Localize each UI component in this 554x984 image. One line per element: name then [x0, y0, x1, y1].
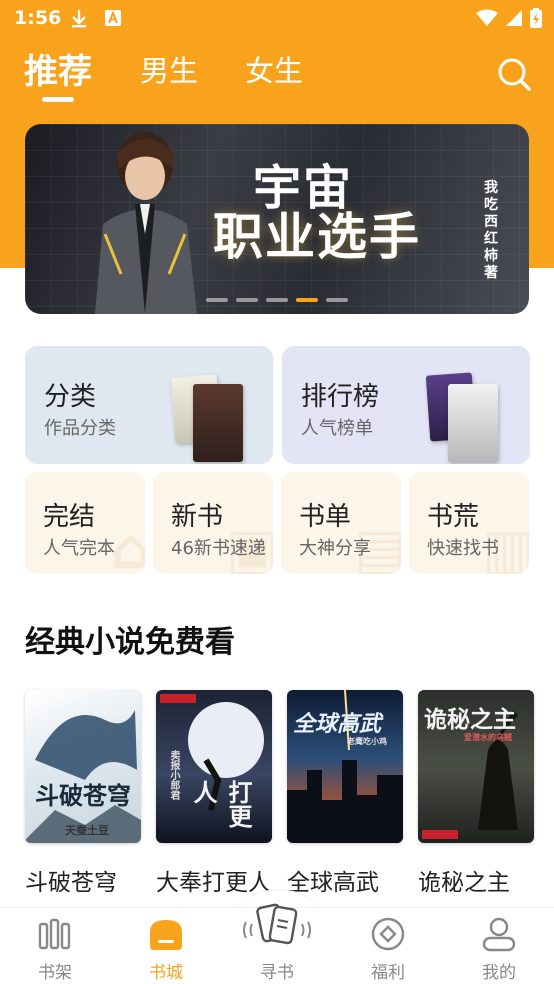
bookstore-icon — [150, 920, 182, 950]
category-card[interactable]: 分类 作品分类 — [25, 346, 273, 464]
banner-character-illustration — [95, 132, 197, 314]
tab-male[interactable]: 男生 — [140, 48, 198, 90]
book-title: 诡秘之主 — [418, 870, 510, 896]
booklist-card-title: 书单 — [299, 502, 352, 532]
booklist-card[interactable]: ▤ 书单 大神分享 — [281, 472, 401, 574]
book-item[interactable]: 全球高武 老鹰吃小鸡 全球高武 — [287, 690, 403, 897]
completed-card-title: 完结 — [43, 502, 96, 532]
app-notification-icon — [105, 10, 121, 26]
status-indicators — [476, 8, 542, 28]
banner-dot[interactable] — [326, 298, 348, 302]
category-card-title: 分类 — [44, 382, 97, 412]
banner-title-line2: 职业选手 — [213, 207, 421, 266]
new-books-card[interactable]: ▣ 新书 46新书速递 — [153, 472, 273, 574]
ranking-card-subtitle: 人气榜单 — [301, 418, 373, 439]
book-title: 大奉打更人 — [156, 870, 271, 896]
welfare-icon — [371, 917, 405, 951]
banner-pagination — [25, 298, 529, 302]
booklist-card-subtitle: 大神分享 — [299, 538, 371, 559]
category-book-cover — [193, 384, 243, 462]
bottom-navigation: 书架 书城 寻书 福利 我的 — [0, 903, 554, 984]
signal-icon — [506, 10, 522, 26]
book-cover-author: 卖报小郎君 — [168, 750, 179, 800]
category-card-subtitle: 作品分类 — [44, 418, 116, 439]
new-books-card-title: 新书 — [171, 502, 224, 532]
book-item[interactable]: 打更人 卖报小郎君 大奉打更人 — [156, 690, 272, 897]
profile-icon — [482, 917, 516, 952]
card-watermark: ⌂ — [110, 517, 145, 574]
new-books-card-subtitle: 46新书速递 — [171, 538, 266, 559]
book-cover: 诡秘之主 爱潜水的乌贼 — [418, 690, 534, 843]
book-finder-card[interactable]: ▥ 书荒 快速找书 — [409, 472, 529, 574]
nav-bookstore[interactable]: 书城 — [111, 908, 221, 984]
book-cover-author: 老鹰吃小鸡 — [347, 736, 387, 746]
tab-recommend[interactable]: 推荐 — [24, 44, 92, 93]
book-cover-art — [25, 710, 141, 843]
promo-banner[interactable]: 宇宙 职业选手 我吃西红柿著 — [25, 124, 529, 314]
ranking-card[interactable]: 排行榜 人气榜单 — [282, 346, 530, 464]
wifi-icon — [476, 9, 498, 26]
book-title: 斗破苍穹 — [25, 870, 117, 896]
section-title: 经典小说免费看 — [25, 625, 235, 660]
nav-label: 书城 — [149, 963, 183, 983]
book-cover-author: 爱潜水的乌贼 — [464, 732, 512, 742]
nav-label: 寻书 — [260, 963, 294, 983]
nav-label: 我的 — [482, 963, 516, 983]
book-cover: 打更人 卖报小郎君 — [156, 690, 272, 843]
status-time: 1:56 — [14, 7, 62, 29]
top-tabs: 推荐 男生 女生 — [0, 48, 554, 104]
battery-icon — [530, 8, 542, 28]
nav-label: 福利 — [371, 963, 405, 983]
banner-dot[interactable] — [206, 298, 228, 302]
completed-card[interactable]: ⌂ 完结 人气完本 — [25, 472, 145, 574]
find-book-icon — [243, 903, 311, 945]
banner-dot[interactable] — [236, 298, 258, 302]
banner-dot-active[interactable] — [296, 298, 318, 302]
ranking-card-title: 排行榜 — [301, 382, 380, 412]
book-title: 全球高武 — [287, 870, 379, 896]
search-icon[interactable] — [496, 56, 532, 92]
book-finder-card-title: 书荒 — [427, 502, 480, 532]
tab-active-indicator — [42, 97, 74, 102]
banner-author: 我吃西红柿著 — [484, 180, 498, 281]
nav-welfare[interactable]: 福利 — [333, 908, 443, 984]
download-icon — [72, 10, 86, 28]
banner-title-line1: 宇宙 — [253, 160, 354, 216]
banner-dot[interactable] — [266, 298, 288, 302]
status-bar: 1:56 — [0, 0, 554, 38]
book-item[interactable]: 诡秘之主 爱潜水的乌贼 诡秘之主 — [418, 690, 534, 897]
book-cover-title: 斗破苍穹 — [35, 781, 131, 810]
tab-female[interactable]: 女生 — [245, 48, 303, 90]
nav-label: 书架 — [38, 963, 72, 983]
nav-bookshelf[interactable]: 书架 — [0, 908, 110, 984]
nav-profile[interactable]: 我的 — [444, 908, 554, 984]
book-cover-title: 全球高武 — [293, 711, 382, 737]
bookshelf-icon — [38, 918, 71, 950]
book-cover-title: 打更人 — [189, 780, 253, 828]
book-finder-card-subtitle: 快速找书 — [427, 538, 499, 559]
ranking-book-cover — [448, 384, 498, 462]
completed-card-subtitle: 人气完本 — [43, 538, 115, 559]
book-cover-title: 诡秘之主 — [424, 706, 516, 733]
book-item[interactable]: 斗破苍穹 天蚕土豆 斗破苍穹 — [25, 690, 141, 897]
nav-find-book[interactable]: 寻书 — [222, 903, 332, 984]
book-cover-author: 天蚕土豆 — [65, 824, 109, 837]
book-cover: 斗破苍穹 天蚕土豆 — [25, 690, 141, 843]
banner-title: 宇宙 职业选手 — [213, 164, 421, 262]
book-cover: 全球高武 老鹰吃小鸡 — [287, 690, 403, 843]
